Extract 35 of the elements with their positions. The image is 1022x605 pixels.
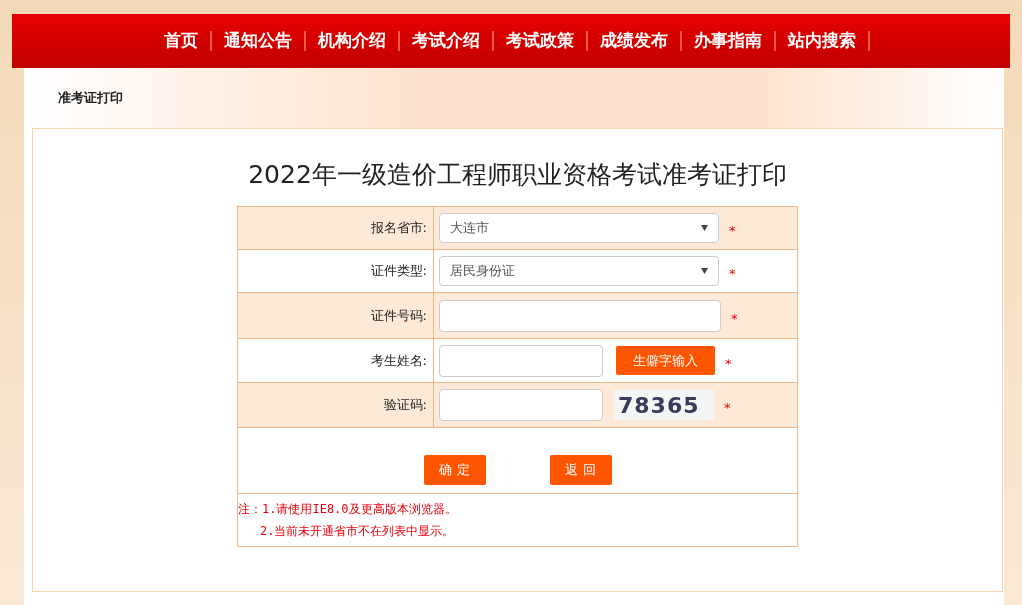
nav-link[interactable]: 成绩发布 xyxy=(588,28,680,54)
nav-link[interactable]: 考试介绍 xyxy=(400,28,492,54)
note-text: 2.当前未开通省市不在列表中显示。 xyxy=(259,524,456,538)
caret-icon xyxy=(701,225,708,231)
dropdown[interactable]: 大连市 xyxy=(439,213,719,243)
nav-link[interactable]: 首页 xyxy=(152,28,210,54)
form-button[interactable]: 确 定 xyxy=(423,455,486,485)
captcha-image[interactable]: 78365 xyxy=(614,390,714,420)
field-label: 证件类型: xyxy=(370,262,427,281)
required-mark: * xyxy=(731,309,738,328)
nav-link[interactable]: 考试政策 xyxy=(494,28,586,54)
required-mark: * xyxy=(729,222,736,241)
form-button[interactable]: 返 回 xyxy=(549,455,612,485)
note-text: 注：1.请使用IE8.0及更高版本浏览器。 xyxy=(238,502,458,516)
dropdown[interactable]: 居民身份证 xyxy=(439,256,719,286)
input-field[interactable] xyxy=(439,299,721,332)
field-label: 考生姓名: xyxy=(370,351,427,370)
nav-link[interactable]: 办事指南 xyxy=(682,28,774,54)
field-label: 验证码: xyxy=(383,396,427,415)
required-mark: * xyxy=(729,265,736,284)
dropdown-value: 大连市 xyxy=(450,219,489,238)
required-mark: * xyxy=(725,354,732,373)
required-mark: * xyxy=(724,399,731,418)
nav-link[interactable]: 通知公告 xyxy=(212,28,304,54)
breadcrumb: 准考证打印 xyxy=(58,89,123,108)
input-field[interactable] xyxy=(439,344,603,377)
caret-icon xyxy=(701,268,708,274)
nav-link[interactable]: 机构介绍 xyxy=(306,28,398,54)
dropdown-value: 居民身份证 xyxy=(450,262,515,281)
field-label: 报名省市: xyxy=(370,219,427,238)
field-label: 证件号码: xyxy=(370,306,427,325)
rare-character-button[interactable]: 生僻字输入 xyxy=(616,346,715,375)
nav-link[interactable]: 站内搜索 xyxy=(776,28,868,54)
page-title: 2022年一级造价工程师职业资格考试准考证打印 xyxy=(248,159,787,191)
input-field[interactable] xyxy=(439,389,603,421)
